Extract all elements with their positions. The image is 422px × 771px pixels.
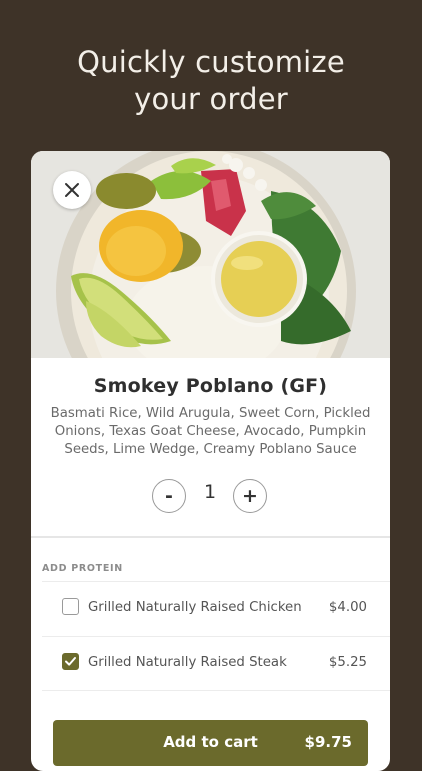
row-divider: [42, 636, 390, 637]
item-description: Basmati Rice, Wild Arugula, Sweet Corn, …: [47, 405, 374, 459]
order-card: Smokey Poblano (GF) Basmati Rice, Wild A…: [31, 151, 390, 771]
steak-checkbox[interactable]: [62, 653, 79, 670]
item-description-line: Basmati Rice, Wild Arugula, Sweet Corn, …: [50, 406, 371, 421]
item-description-line: Seeds, Lime Wedge, Creamy Poblano Sauce: [64, 442, 357, 457]
headline-line-2: your order: [134, 82, 288, 116]
protein-option-steak[interactable]: Grilled Naturally Raised Steak $5.25: [31, 636, 390, 691]
add-to-cart-button[interactable]: Add to cart $9.75: [53, 720, 368, 766]
protein-option-chicken[interactable]: Grilled Naturally Raised Chicken $4.00: [31, 581, 390, 635]
option-price: $5.25: [328, 655, 367, 670]
close-icon: [65, 183, 79, 197]
bowl-photo: [31, 151, 390, 358]
row-divider: [42, 581, 390, 582]
row-divider: [42, 690, 390, 691]
add-protein-heading: ADD PROTEIN: [42, 563, 123, 574]
item-title: Smokey Poblano (GF): [93, 375, 328, 397]
checkmark-icon: [65, 657, 76, 666]
page-headline: Quickly customize your order: [0, 44, 422, 118]
decrease-quantity-button[interactable]: -: [152, 479, 186, 513]
cart-total-price: $9.75: [304, 733, 352, 751]
increase-quantity-button[interactable]: +: [233, 479, 267, 513]
option-label: Grilled Naturally Raised Chicken: [88, 600, 302, 615]
quantity-stepper: - 1 +: [31, 479, 390, 515]
option-label: Grilled Naturally Raised Steak: [88, 655, 287, 670]
close-button[interactable]: [53, 171, 91, 209]
headline-line-1: Quickly customize: [77, 45, 345, 79]
option-price: $4.00: [328, 600, 367, 615]
item-description-line: Onions, Texas Goat Cheese, Avocado, Pump…: [54, 424, 367, 439]
quantity-value: 1: [203, 481, 217, 503]
section-divider: [31, 536, 390, 538]
chicken-checkbox[interactable]: [62, 598, 79, 615]
